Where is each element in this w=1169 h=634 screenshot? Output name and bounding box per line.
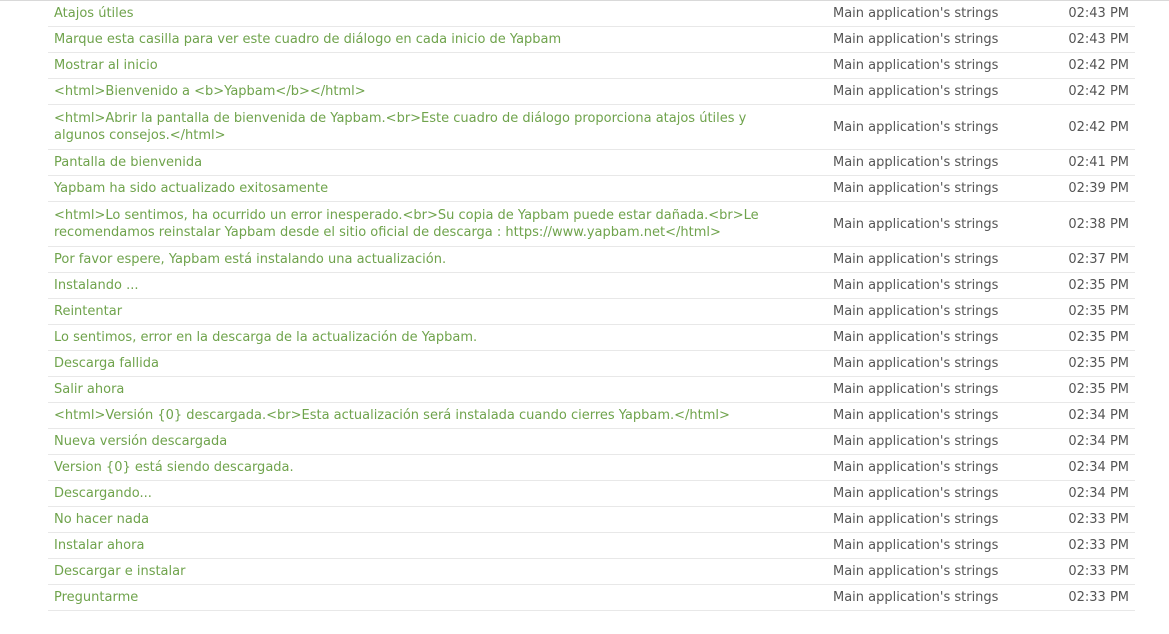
timestamp: 02:37 PM	[1068, 252, 1129, 267]
timestamp: 02:42 PM	[1068, 119, 1129, 135]
resource-label: Main application's strings	[833, 590, 999, 605]
timestamp: 02:33 PM	[1068, 590, 1129, 605]
timestamp: 02:39 PM	[1068, 181, 1129, 196]
timestamp: 02:42 PM	[1068, 84, 1129, 99]
resource-label: Main application's strings	[833, 486, 999, 501]
resource-label: Main application's strings	[833, 460, 999, 475]
table-row: <html>Versión {0} descargada.<br>Esta ac…	[48, 403, 1135, 429]
timestamp: 02:33 PM	[1068, 564, 1129, 579]
string-link[interactable]: No hacer nada	[48, 511, 809, 528]
table-row: Version {0} está siendo descargada. Main…	[48, 455, 1135, 481]
resource-label: Main application's strings	[833, 119, 999, 135]
table-row: <html>Lo sentimos, ha ocurrido un error …	[48, 202, 1135, 247]
resource-label: Main application's strings	[833, 356, 999, 371]
timestamp: 02:43 PM	[1068, 6, 1129, 21]
string-link[interactable]: Pantalla de bienvenida	[48, 154, 809, 171]
string-link[interactable]: <html>Versión {0} descargada.<br>Esta ac…	[48, 407, 809, 424]
timestamp: 02:35 PM	[1068, 304, 1129, 319]
timestamp: 02:42 PM	[1068, 58, 1129, 73]
string-link[interactable]: Nueva versión descargada	[48, 433, 809, 450]
string-link[interactable]: Mostrar al inicio	[48, 57, 809, 74]
resource-label: Main application's strings	[833, 408, 999, 423]
resource-label: Main application's strings	[833, 216, 999, 232]
timestamp: 02:33 PM	[1068, 512, 1129, 527]
table-row: Marque esta casilla para ver este cuadro…	[48, 27, 1135, 53]
resource-label: Main application's strings	[833, 538, 999, 553]
resource-label: Main application's strings	[833, 84, 999, 99]
string-link[interactable]: Lo sentimos, error en la descarga de la …	[48, 329, 809, 346]
resource-label: Main application's strings	[833, 58, 999, 73]
timestamp: 02:33 PM	[1068, 538, 1129, 553]
table-row: Atajos útiles Main application's strings…	[48, 1, 1135, 27]
resource-label: Main application's strings	[833, 181, 999, 196]
table-row: Mostrar al inicio Main application's str…	[48, 53, 1135, 79]
timestamp: 02:34 PM	[1068, 434, 1129, 449]
string-link[interactable]: Salir ahora	[48, 381, 809, 398]
translations-list: Atajos útiles Main application's strings…	[48, 1, 1135, 611]
table-row: Nueva versión descargada Main applicatio…	[48, 429, 1135, 455]
table-row: Instalar ahora Main application's string…	[48, 533, 1135, 559]
resource-label: Main application's strings	[833, 32, 999, 47]
table-row: Salir ahora Main application's strings 0…	[48, 377, 1135, 403]
timestamp: 02:35 PM	[1068, 330, 1129, 345]
resource-label: Main application's strings	[833, 252, 999, 267]
string-link[interactable]: Version {0} está siendo descargada.	[48, 459, 809, 476]
resource-label: Main application's strings	[833, 330, 999, 345]
table-row: <html>Abrir la pantalla de bienvenida de…	[48, 105, 1135, 150]
resource-label: Main application's strings	[833, 382, 999, 397]
string-link[interactable]: Preguntarme	[48, 589, 809, 606]
table-row: <html>Bienvenido a <b>Yapbam</b></html> …	[48, 79, 1135, 105]
timestamp: 02:35 PM	[1068, 278, 1129, 293]
table-row: Por favor espere, Yapbam está instalando…	[48, 247, 1135, 273]
table-row: Instalando ... Main application's string…	[48, 273, 1135, 299]
timestamp: 02:35 PM	[1068, 356, 1129, 371]
table-row: Preguntarme Main application's strings 0…	[48, 585, 1135, 611]
table-row: Descargando... Main application's string…	[48, 481, 1135, 507]
string-link[interactable]: Por favor espere, Yapbam está instalando…	[48, 251, 809, 268]
table-row: Descargar e instalar Main application's …	[48, 559, 1135, 585]
resource-label: Main application's strings	[833, 155, 999, 170]
string-link[interactable]: <html>Lo sentimos, ha ocurrido un error …	[48, 207, 809, 241]
string-link[interactable]: Descargando...	[48, 485, 809, 502]
resource-label: Main application's strings	[833, 278, 999, 293]
resource-label: Main application's strings	[833, 434, 999, 449]
resource-label: Main application's strings	[833, 6, 999, 21]
string-link[interactable]: Instalando ...	[48, 277, 809, 294]
table-row: Descarga fallida Main application's stri…	[48, 351, 1135, 377]
string-link[interactable]: Reintentar	[48, 303, 809, 320]
string-link[interactable]: Yapbam ha sido actualizado exitosamente	[48, 180, 809, 197]
table-row: Reintentar Main application's strings 02…	[48, 299, 1135, 325]
timestamp: 02:34 PM	[1068, 460, 1129, 475]
table-row: Pantalla de bienvenida Main application'…	[48, 150, 1135, 176]
string-link[interactable]: <html>Abrir la pantalla de bienvenida de…	[48, 110, 809, 144]
resource-label: Main application's strings	[833, 512, 999, 527]
timestamp: 02:41 PM	[1068, 155, 1129, 170]
table-row: Yapbam ha sido actualizado exitosamente …	[48, 176, 1135, 202]
table-row: Lo sentimos, error en la descarga de la …	[48, 325, 1135, 351]
table-row: No hacer nada Main application's strings…	[48, 507, 1135, 533]
string-link[interactable]: Marque esta casilla para ver este cuadro…	[48, 31, 809, 48]
string-link[interactable]: <html>Bienvenido a <b>Yapbam</b></html>	[48, 83, 809, 100]
timestamp: 02:43 PM	[1068, 32, 1129, 47]
string-link[interactable]: Descargar e instalar	[48, 563, 809, 580]
timestamp: 02:34 PM	[1068, 408, 1129, 423]
string-link[interactable]: Atajos útiles	[48, 5, 809, 22]
string-link[interactable]: Instalar ahora	[48, 537, 809, 554]
timestamp: 02:35 PM	[1068, 382, 1129, 397]
resource-label: Main application's strings	[833, 564, 999, 579]
timestamp: 02:34 PM	[1068, 486, 1129, 501]
string-link[interactable]: Descarga fallida	[48, 355, 809, 372]
resource-label: Main application's strings	[833, 304, 999, 319]
timestamp: 02:38 PM	[1068, 216, 1129, 232]
